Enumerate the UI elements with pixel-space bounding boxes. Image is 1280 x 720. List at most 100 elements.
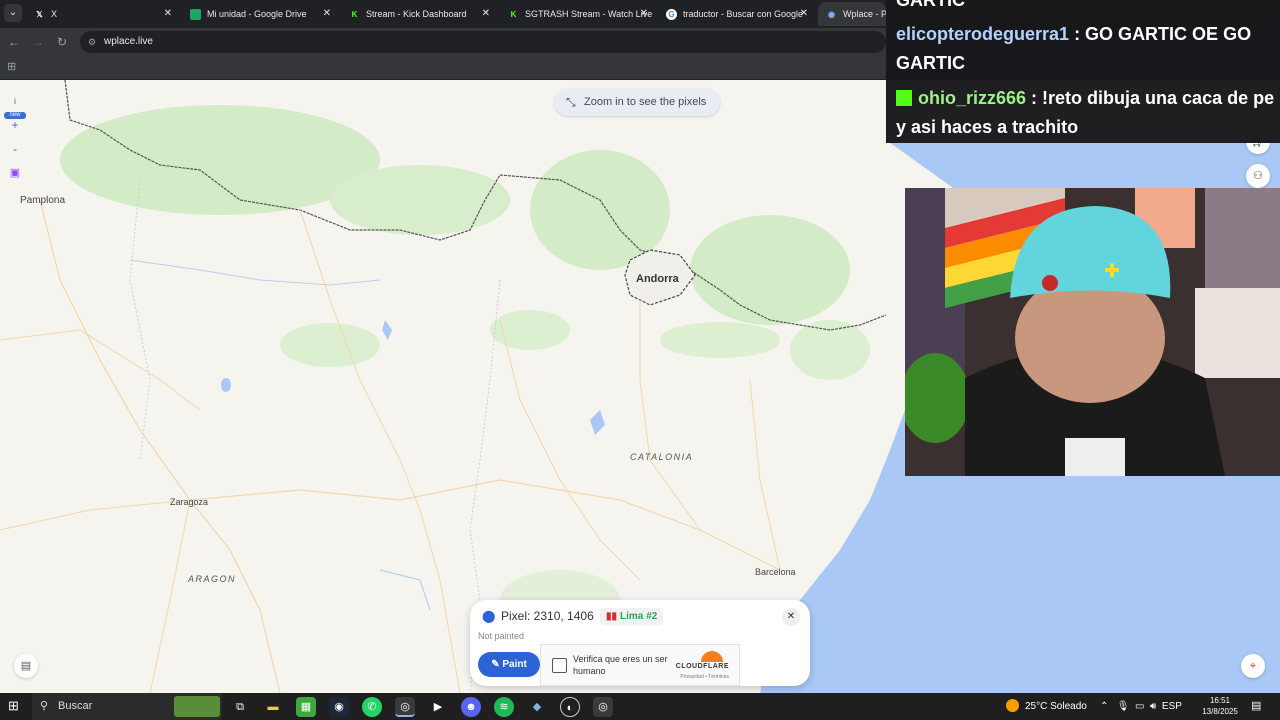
tab-close-icon[interactable]: ✕ <box>482 2 490 26</box>
webcam-feed <box>905 188 1280 476</box>
windows-start-icon[interactable]: ⊞ <box>8 699 22 713</box>
address-bar[interactable]: ⚙ wplace.live <box>80 31 886 53</box>
kick-icon: K <box>351 10 358 20</box>
reload-icon[interactable]: ↻ <box>54 34 70 50</box>
tab-kick-dashboard[interactable]: K Stream - Kick Dashboard ✕ <box>341 2 496 26</box>
screen: ⌄ 𝕏X ✕ Mi unidad - Google Drive ✕ K Strea… <box>0 0 1280 720</box>
map-label-catalonia: CATALONIA <box>630 452 694 462</box>
map-layers-button[interactable]: ▤ <box>14 654 38 678</box>
apps-grid-icon[interactable]: ⊞ <box>7 61 19 73</box>
cloudflare-captcha: Verifica que eres un ser humano CLOUDFLA… <box>540 644 740 686</box>
users-icon: ⚇ <box>1253 170 1263 182</box>
territory-label: Lima #2 <box>620 611 658 622</box>
wplace-icon: ◉ <box>828 10 835 20</box>
zoom-hint-text: Zoom in to see the pixels <box>584 96 707 108</box>
tab-wplace[interactable]: ◉ Wplace - Paint the world <box>818 2 886 26</box>
chrome-secondary-icon[interactable]: ◎ <box>593 697 613 717</box>
file-explorer-icon[interactable]: ▬ <box>263 697 283 717</box>
alliance-button[interactable]: ⚇ <box>1246 164 1270 188</box>
x-logo-icon: 𝕏 <box>36 10 43 20</box>
tab-close-icon[interactable]: ✕ <box>323 2 331 26</box>
steam-icon[interactable]: ◉ <box>329 697 349 717</box>
captcha-text: Verifica que eres un ser humano <box>573 654 668 676</box>
pixel-coordinates: Pixel: 2310, 1406 <box>501 609 594 623</box>
cloudflare-brand: CLOUDFLARE <box>675 663 729 670</box>
forward-arrow-icon[interactable]: → <box>30 34 46 50</box>
tab-close-icon[interactable]: ✕ <box>640 2 648 26</box>
zoom-out-button[interactable]: - <box>4 138 26 160</box>
zoom-in-button[interactable]: + <box>4 114 26 136</box>
locate-button[interactable]: ⌖ <box>1241 654 1265 678</box>
tab-search-button[interactable]: ⌄ <box>4 4 22 22</box>
chat-username: elicopterodeguerra1 <box>896 24 1070 44</box>
site-info-icon[interactable]: ⚙ <box>88 31 96 53</box>
chat-line-partial: GARTIC <box>896 0 965 10</box>
volume-icon[interactable]: 🔊︎ <box>1150 701 1156 712</box>
search-highlight-image <box>174 696 220 717</box>
tab-x[interactable]: 𝕏X ✕ <box>26 2 178 26</box>
google-icon: G <box>666 9 677 21</box>
paint-status: Not painted <box>478 631 525 641</box>
map-label-aragon: ARAGON <box>188 574 237 584</box>
discord-icon[interactable]: ☻ <box>461 697 481 717</box>
tab-close-icon[interactable]: ✕ <box>800 2 808 26</box>
webcam-overlay <box>905 188 1280 476</box>
tab-label: SGTRASH Stream - Watch Live <box>525 9 653 19</box>
chrome-icon[interactable]: ◎ <box>395 697 415 717</box>
weather-text: 25°C Soleado <box>1025 701 1087 712</box>
tab-label: Stream - Kick Dashboard <box>366 9 467 19</box>
tab-label: X <box>51 9 58 19</box>
cloudflare-logo-icon <box>701 651 723 662</box>
search-icon: ⚲ <box>40 700 49 712</box>
network-icon[interactable]: ▭ <box>1135 701 1144 712</box>
info-new-button[interactable]: i new <box>4 90 26 119</box>
system-tray[interactable]: ⌃ 🎙︎ ▭ 🔊︎ ESP <box>1100 693 1182 720</box>
stream-chat-overlay: GARTIC elicopterodeguerra1 : GO GARTIC O… <box>886 0 1280 143</box>
kick-icon: K <box>510 10 517 20</box>
spotify-icon[interactable]: ≋ <box>494 697 514 717</box>
whatsapp-icon[interactable]: ✆ <box>362 697 382 717</box>
chat-username: ohio_rizz666 <box>918 88 1027 108</box>
minecraft-icon[interactable]: ▦ <box>296 697 316 717</box>
tab-label: Wplace - Paint the world <box>843 9 886 19</box>
weather-widget[interactable]: 25°C Soleado <box>1006 693 1087 720</box>
close-panel-button[interactable]: ✕ <box>782 608 800 626</box>
google-drive-icon <box>190 9 201 21</box>
address-text: wplace.live <box>104 36 153 47</box>
location-pin-icon: ⬤ <box>482 609 496 623</box>
captcha-checkbox[interactable] <box>552 658 567 673</box>
windows-taskbar: ⊞ ⚲ Buscar ⧉ ▬ ▦ ◉ ✆ ◎ ▶ ☻ ≋ ◆ ◐ ◎ 25°C … <box>0 693 1280 720</box>
tab-close-icon[interactable]: ✕ <box>164 2 172 26</box>
paint-button-label: Paint <box>502 659 527 670</box>
taskbar-search-label: Buscar <box>58 700 93 712</box>
map-label-andorra: Andorra <box>636 273 679 285</box>
crosshair-icon: ⌖ <box>1249 660 1257 672</box>
obs-icon[interactable]: ◐ <box>560 697 580 717</box>
paint-button[interactable]: ✎ Paint <box>478 652 540 677</box>
peru-flag-icon: ▮▮ <box>606 611 618 622</box>
clock-time: 16:51 <box>1209 696 1231 705</box>
map-label-zaragoza: Zaragoza <box>170 497 209 507</box>
clock-date: 13/8/2025 <box>1202 707 1238 716</box>
info-icon: i <box>14 96 16 106</box>
tab-sgtrash-stream[interactable]: K SGTRASH Stream - Watch Live ✕ <box>500 2 654 26</box>
territory-badge[interactable]: ▮▮ Lima #2 <box>600 608 664 625</box>
notifications-icon[interactable]: ▤ <box>1251 699 1265 713</box>
stream-app-icon[interactable]: ▶ <box>428 697 448 717</box>
captcha-links[interactable]: Privacidad • Términos <box>680 674 729 680</box>
map-label-barcelona: Barcelona <box>755 567 796 577</box>
tab-google-drive[interactable]: Mi unidad - Google Drive ✕ <box>182 2 337 26</box>
taskbar-search[interactable]: ⚲ Buscar <box>32 693 222 720</box>
taskbar-clock[interactable]: 16:51 13/8/2025 <box>1200 695 1240 717</box>
chevron-up-icon[interactable]: ⌃ <box>1100 701 1108 712</box>
back-arrow-icon[interactable]: ← <box>6 34 22 50</box>
zoom-hint-pill[interactable]: ⤡ Zoom in to see the pixels <box>554 88 721 116</box>
tab-traductor[interactable]: Gtraductor - Buscar con Google ✕ <box>658 2 814 26</box>
microphone-icon[interactable]: 🎙︎ <box>1117 701 1130 712</box>
twitch-icon[interactable]: ▣ <box>4 162 26 184</box>
task-view-icon[interactable]: ⧉ <box>230 697 250 717</box>
kick-badge-icon <box>896 90 912 106</box>
chat-message-1: elicopterodeguerra1 : GO GARTIC OE GO GA… <box>896 20 1280 78</box>
language-indicator[interactable]: ESP <box>1162 701 1182 712</box>
notes-app-icon[interactable]: ◆ <box>527 697 547 717</box>
